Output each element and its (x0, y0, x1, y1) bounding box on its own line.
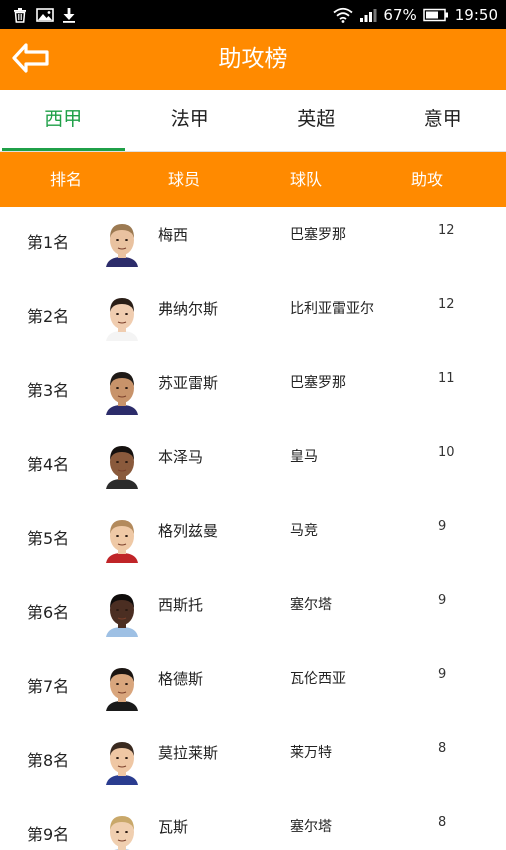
status-bar-right: 67% 19:50 (333, 6, 498, 24)
rank-cell: 第9名 (27, 825, 70, 844)
assists-count: 10 (438, 445, 455, 460)
assists-count: 12 (438, 297, 455, 312)
assist-ranking-list: 第1名 梅西 巴塞罗那 12 第2名 弗纳尔斯 比利亚雷亚尔 12 第3名 苏亚… (0, 207, 506, 850)
team-name: 皇马 (290, 449, 318, 465)
back-button[interactable] (8, 37, 54, 83)
avatar (104, 515, 140, 563)
status-bar-left (12, 7, 76, 23)
table-row[interactable]: 第9名 瓦斯 塞尔塔 8 (0, 799, 506, 850)
header-rank: 排名 (49, 170, 83, 189)
team-name: 马竞 (290, 523, 318, 539)
assists-count: 9 (438, 593, 447, 608)
assists-count: 8 (438, 815, 447, 830)
team-name: 瓦伦西亚 (290, 671, 346, 687)
avatar (104, 737, 140, 785)
download-icon (62, 7, 76, 23)
tab-serie-a[interactable]: 意甲 (380, 90, 506, 151)
signal-icon (359, 7, 377, 23)
avatar (104, 367, 140, 415)
battery-percent: 67% (383, 5, 417, 24)
table-row[interactable]: 第4名 本泽马 皇马 10 (0, 429, 506, 503)
rank-cell: 第6名 (27, 603, 70, 622)
tab-laliga[interactable]: 西甲 (0, 90, 127, 151)
header-team: 球队 (289, 170, 323, 189)
assists-count: 8 (438, 741, 447, 756)
team-name: 莱万特 (290, 745, 332, 761)
team-name: 塞尔塔 (290, 597, 332, 613)
avatar (104, 293, 140, 341)
rank-cell: 第2名 (27, 307, 70, 326)
team-name: 比利亚雷亚尔 (290, 301, 374, 317)
image-icon (36, 7, 54, 23)
rank-cell: 第1名 (27, 233, 70, 252)
player-name: 瓦斯 (158, 818, 189, 836)
app-bar: 助攻榜 (0, 29, 506, 90)
rank-cell: 第4名 (27, 455, 70, 474)
player-name: 本泽马 (158, 448, 204, 466)
table-row[interactable]: 第2名 弗纳尔斯 比利亚雷亚尔 12 (0, 281, 506, 355)
avatar (104, 441, 140, 489)
player-name: 弗纳尔斯 (158, 300, 219, 318)
status-bar: 67% 19:50 (0, 0, 506, 29)
table-row[interactable]: 第6名 西斯托 塞尔塔 9 (0, 577, 506, 651)
player-name: 梅西 (158, 226, 189, 244)
team-name: 塞尔塔 (290, 819, 332, 835)
avatar (104, 219, 140, 267)
avatar (104, 589, 140, 637)
battery-icon (423, 8, 449, 22)
player-name: 莫拉莱斯 (158, 744, 219, 762)
table-row[interactable]: 第7名 格德斯 瓦伦西亚 9 (0, 651, 506, 725)
table-row[interactable]: 第3名 苏亚雷斯 巴塞罗那 11 (0, 355, 506, 429)
rank-cell: 第7名 (27, 677, 70, 696)
tab-ligue1[interactable]: 法甲 (127, 90, 254, 151)
team-name: 巴塞罗那 (290, 227, 346, 243)
team-name: 巴塞罗那 (290, 375, 346, 391)
assists-count: 12 (438, 223, 455, 238)
back-arrow-icon (11, 42, 51, 78)
table-row[interactable]: 第1名 梅西 巴塞罗那 12 (0, 207, 506, 281)
clock: 19:50 (454, 5, 498, 24)
trash-icon (12, 7, 28, 23)
league-tabs: 西甲 法甲 英超 意甲 (0, 90, 506, 152)
tab-premier-league[interactable]: 英超 (253, 90, 380, 151)
page-title: 助攻榜 (218, 46, 288, 72)
header-player: 球员 (167, 170, 201, 189)
avatar (104, 663, 140, 711)
rank-cell: 第5名 (27, 529, 70, 548)
table-row[interactable]: 第8名 莫拉莱斯 莱万特 8 (0, 725, 506, 799)
assists-count: 11 (438, 371, 455, 386)
rank-cell: 第3名 (27, 381, 70, 400)
rank-cell: 第8名 (27, 751, 70, 770)
table-row[interactable]: 第5名 格列兹曼 马竞 9 (0, 503, 506, 577)
assists-count: 9 (438, 519, 447, 534)
header-assists: 助攻 (410, 170, 444, 189)
table-header: 排名 球员 球队 助攻 (0, 152, 506, 207)
player-name: 西斯托 (158, 596, 204, 614)
avatar (104, 811, 140, 850)
player-name: 苏亚雷斯 (158, 374, 219, 392)
player-name: 格德斯 (158, 670, 204, 688)
wifi-icon (333, 7, 353, 23)
assists-count: 9 (438, 667, 447, 682)
player-name: 格列兹曼 (158, 522, 219, 540)
